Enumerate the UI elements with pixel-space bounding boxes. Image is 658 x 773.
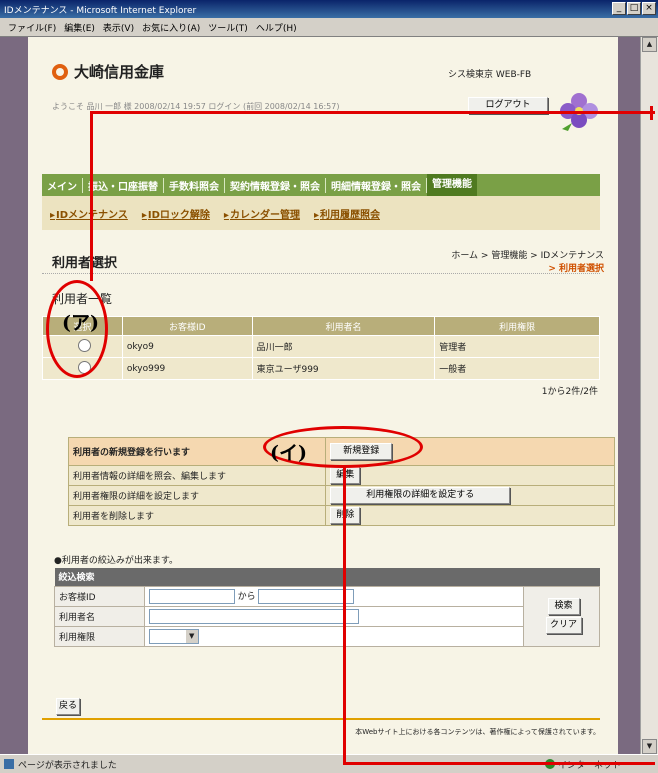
tab-main[interactable]: メイン xyxy=(42,177,83,193)
bank-logo: 大崎信用金庫 xyxy=(52,61,164,82)
subnav-calendar[interactable]: カレンダー管理 xyxy=(224,206,300,221)
menubar: ファイル(F) 編集(E) 表示(V) お気に入り(A) ツール(T) ヘルプ(… xyxy=(0,18,658,37)
cell-customer-id: okyo999 xyxy=(121,357,253,380)
search-form: 絞込検索 お客様ID から 検索 クリア 利用者名 利用権限 ▼ xyxy=(54,568,600,647)
cell-permission: 一般者 xyxy=(434,357,600,380)
menu-tools[interactable]: ツール(T) xyxy=(208,21,248,34)
search-button[interactable]: 検索 xyxy=(547,598,580,615)
header-permission: 利用権限 xyxy=(434,316,600,336)
range-separator: から xyxy=(237,591,256,602)
tab-admin[interactable]: 管理機能 xyxy=(427,174,477,196)
subnav-id-unlock[interactable]: IDロック解除 xyxy=(142,206,210,221)
user-name-input[interactable] xyxy=(148,608,359,624)
back-button[interactable]: 戻る xyxy=(56,698,80,715)
scroll-up-arrow-icon[interactable]: ▲ xyxy=(642,37,657,52)
menu-view[interactable]: 表示(V) xyxy=(103,21,134,34)
table-row: okyo999 東京ユーザ999 一般者 xyxy=(42,357,600,380)
customer-id-to-input[interactable] xyxy=(258,588,355,604)
window-title: IDメンテナンス - Microsoft Internet Explorer xyxy=(4,5,197,16)
sub-navigation: IDメンテナンス IDロック解除 カレンダー管理 利用履歴照会 xyxy=(42,196,600,230)
right-frame xyxy=(618,37,640,754)
system-name: シス検東京 WEB-FB xyxy=(448,70,532,80)
menu-help[interactable]: ヘルプ(H) xyxy=(256,21,297,34)
maximize-button[interactable]: □ xyxy=(627,2,641,15)
tab-details[interactable]: 明細情報登録・照会 xyxy=(326,177,427,193)
footer-rule xyxy=(42,718,600,720)
customer-id-label: お客様ID xyxy=(54,585,145,607)
chevron-down-icon: ▼ xyxy=(185,629,198,643)
result-count: 1から2件/2件 xyxy=(541,387,598,397)
customer-id-from-input[interactable] xyxy=(148,588,235,604)
tab-contract[interactable]: 契約情報登録・照会 xyxy=(225,177,326,193)
permission-select[interactable]: ▼ xyxy=(148,628,199,644)
header-user-name: 利用者名 xyxy=(251,316,436,336)
menu-edit[interactable]: 編集(E) xyxy=(64,21,95,34)
window-titlebar: IDメンテナンス - Microsoft Internet Explorer xyxy=(0,0,658,18)
scroll-down-arrow-icon[interactable]: ▼ xyxy=(642,739,657,754)
permission-text: 利用者権限の詳細を設定します xyxy=(67,485,327,506)
table-row: okyo9 品川一郎 管理者 xyxy=(42,335,600,358)
bank-logo-icon xyxy=(52,63,68,80)
annotation-line xyxy=(90,111,93,281)
divider xyxy=(42,273,600,274)
header-customer-id: お客様ID xyxy=(121,316,253,336)
subnav-usage-history[interactable]: 利用履歴照会 xyxy=(314,206,380,221)
tab-fees[interactable]: 手数料照会 xyxy=(164,177,225,193)
clear-button[interactable]: クリア xyxy=(545,617,582,634)
annotation-line xyxy=(343,762,655,765)
user-table: 選択 お客様ID 利用者名 利用権限 okyo9 品川一郎 管理者 okyo99… xyxy=(42,316,600,380)
delete-user-text: 利用者を削除します xyxy=(67,505,327,526)
search-note: ●利用者の絞込みが出来ます。 xyxy=(54,556,178,566)
annotation-line xyxy=(90,111,655,114)
edit-user-text: 利用者情報の詳細を照会、編集します xyxy=(67,465,327,486)
bank-name: 大崎信用金庫 xyxy=(74,63,165,81)
set-permission-button[interactable]: 利用権限の詳細を設定する xyxy=(330,487,511,504)
close-button[interactable]: × xyxy=(642,2,656,15)
annotation-label-a: (ア) xyxy=(62,312,99,334)
main-tabs: メイン 振込・口座振替 手数料照会 契約情報登録・照会 明細情報登録・照会 管理… xyxy=(42,174,600,196)
search-header: 絞込検索 xyxy=(54,568,600,586)
minimize-button[interactable]: _ xyxy=(612,2,626,15)
cell-user-name: 品川一郎 xyxy=(251,335,436,358)
annotation-line xyxy=(650,106,653,120)
cell-permission: 管理者 xyxy=(434,335,600,358)
subnav-id-maintenance[interactable]: IDメンテナンス xyxy=(50,206,128,221)
annotation-line xyxy=(343,466,346,764)
status-text: ページが表示されました xyxy=(18,760,117,771)
cell-user-name: 東京ユーザ999 xyxy=(251,357,436,380)
page-icon xyxy=(4,759,14,769)
breadcrumb-line1: ホーム > 管理機能 > IDメンテナンス xyxy=(451,251,604,261)
breadcrumb: ホーム > 管理機能 > IDメンテナンス > 利用者選択 xyxy=(408,248,604,274)
annotation-label-b: (イ) xyxy=(270,442,307,464)
user-name-label: 利用者名 xyxy=(54,605,145,627)
menu-file[interactable]: ファイル(F) xyxy=(8,21,56,34)
left-frame xyxy=(0,37,28,754)
permission-label: 利用権限 xyxy=(54,625,145,647)
vertical-scrollbar[interactable]: ▲ ▼ xyxy=(640,37,658,754)
menu-favorites[interactable]: お気に入り(A) xyxy=(142,21,200,34)
tab-transfer[interactable]: 振込・口座振替 xyxy=(83,177,164,193)
cell-customer-id: okyo9 xyxy=(121,335,253,358)
page-title: 利用者選択 xyxy=(52,256,118,271)
